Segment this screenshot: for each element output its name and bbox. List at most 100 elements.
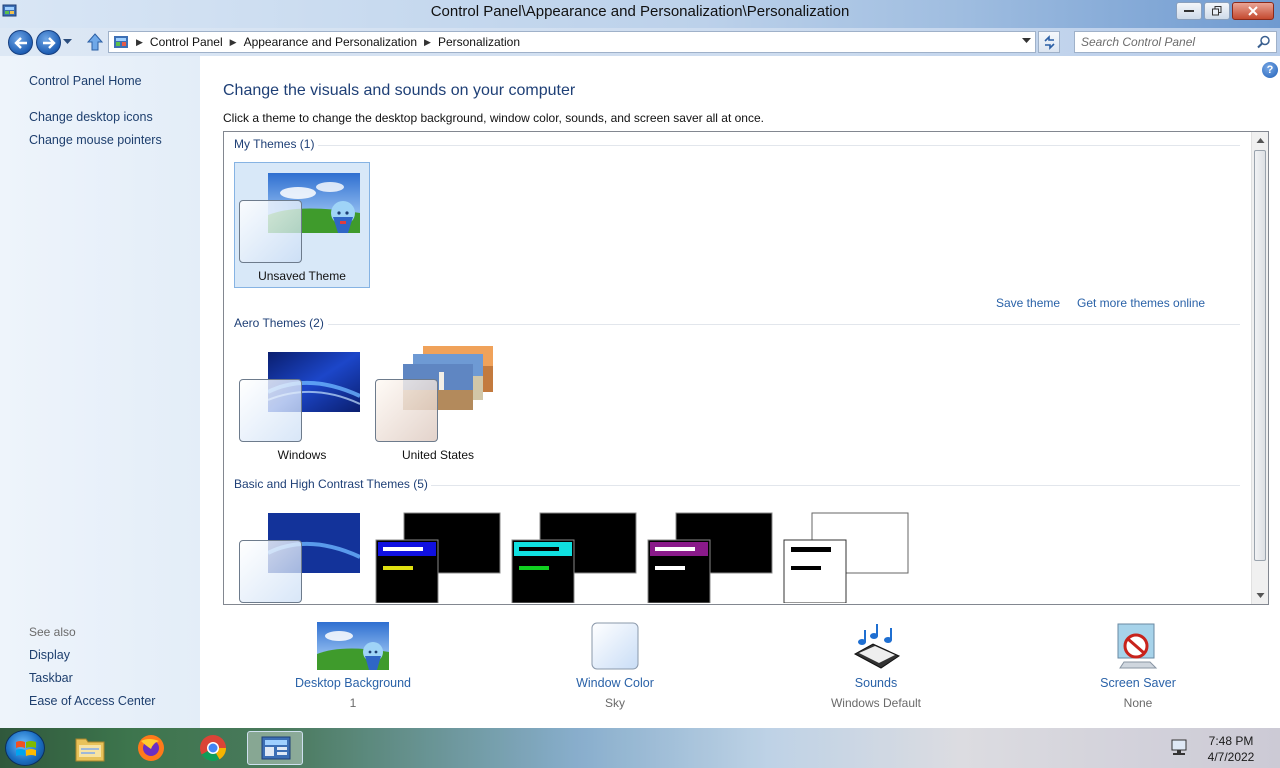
forward-arrow-icon bbox=[43, 37, 56, 49]
search-box[interactable] bbox=[1074, 31, 1277, 53]
theme-tile-united-states[interactable]: United States bbox=[370, 341, 506, 467]
aero-themes-group-label: Aero Themes (2) bbox=[234, 316, 324, 330]
window-color-value: Sky bbox=[604, 696, 625, 710]
firefox-icon bbox=[138, 735, 164, 761]
minimize-icon bbox=[1184, 10, 1194, 12]
control-panel-icon bbox=[114, 36, 128, 48]
taskbar-clock[interactable]: 7:48 PM 4/7/2022 bbox=[1196, 733, 1266, 765]
start-button[interactable] bbox=[5, 730, 45, 766]
change-mouse-pointers-link[interactable]: Change mouse pointers bbox=[29, 133, 162, 147]
back-arrow-icon bbox=[14, 37, 27, 49]
help-icon[interactable]: ? bbox=[1262, 62, 1278, 78]
high-contrast-preview bbox=[375, 512, 501, 603]
theme-tile-windows[interactable]: Windows bbox=[234, 341, 370, 467]
window-color-item[interactable]: Window Color Sky bbox=[535, 622, 695, 710]
refresh-button[interactable] bbox=[1038, 31, 1060, 53]
breadcrumb[interactable]: ▶ Control Panel ▶ Appearance and Persona… bbox=[108, 31, 1036, 53]
breadcrumb-appearance[interactable]: Appearance and Personalization bbox=[244, 35, 417, 49]
up-arrow-icon[interactable] bbox=[87, 33, 103, 51]
scroll-thumb[interactable] bbox=[1254, 150, 1266, 561]
page-title: Change the visuals and sounds on your co… bbox=[223, 82, 576, 99]
sounds-value: Windows Default bbox=[830, 696, 922, 710]
taskbar-link[interactable]: Taskbar bbox=[29, 671, 73, 685]
taskbar-firefox[interactable] bbox=[123, 731, 179, 765]
recent-pages-dropdown-icon[interactable] bbox=[63, 39, 72, 45]
theme-tile-unsaved[interactable]: Unsaved Theme bbox=[234, 162, 370, 288]
screen-saver-label[interactable]: Screen Saver bbox=[1058, 676, 1218, 690]
high-contrast-preview bbox=[511, 512, 637, 603]
desktop-background-icon bbox=[317, 622, 389, 670]
taskbar-chrome[interactable] bbox=[185, 731, 241, 765]
theme-window-color-preview bbox=[239, 200, 302, 263]
group-divider bbox=[318, 145, 1240, 146]
page-description: Click a theme to change the desktop back… bbox=[223, 111, 764, 125]
clock-date: 4/7/2022 bbox=[1207, 750, 1255, 764]
restore-button[interactable] bbox=[1204, 2, 1230, 20]
theme-tile-high-contrast-2[interactable] bbox=[506, 502, 642, 604]
minimize-button[interactable] bbox=[1176, 2, 1202, 20]
restore-icon bbox=[1212, 6, 1222, 16]
desktop-background-item[interactable]: Desktop Background 1 bbox=[273, 622, 433, 710]
control-panel-icon bbox=[261, 736, 291, 760]
theme-tile-high-contrast-1[interactable] bbox=[370, 502, 506, 604]
search-input[interactable] bbox=[1075, 32, 1250, 52]
main-content: ? Change the visuals and sounds on your … bbox=[200, 56, 1280, 728]
breadcrumb-personalization[interactable]: Personalization bbox=[438, 35, 520, 49]
group-divider bbox=[328, 324, 1240, 325]
title-bar: Control Panel\Appearance and Personaliza… bbox=[0, 0, 1280, 28]
screen-saver-icon bbox=[1117, 623, 1158, 669]
theme-name: Windows bbox=[277, 448, 327, 462]
taskbar-file-explorer[interactable] bbox=[62, 731, 118, 765]
theme-list-scrollbar[interactable] bbox=[1251, 132, 1268, 604]
address-bar: ▶ Control Panel ▶ Appearance and Persona… bbox=[0, 28, 1280, 56]
window-color-label[interactable]: Window Color bbox=[535, 676, 695, 690]
theme-tile-high-contrast-black[interactable] bbox=[642, 502, 778, 604]
chrome-icon bbox=[200, 735, 227, 762]
close-button[interactable] bbox=[1232, 2, 1274, 20]
taskbar: 7:48 PM 4/7/2022 bbox=[0, 728, 1280, 768]
high-contrast-preview bbox=[783, 512, 909, 603]
network-icon[interactable] bbox=[1169, 739, 1189, 757]
search-icon[interactable] bbox=[1257, 35, 1271, 49]
display-link[interactable]: Display bbox=[29, 648, 70, 662]
ease-of-access-center-link[interactable]: Ease of Access Center bbox=[29, 694, 155, 708]
address-history-dropdown-icon[interactable] bbox=[1022, 38, 1031, 44]
my-themes-group-label: My Themes (1) bbox=[234, 137, 315, 151]
basic-high-contrast-group-label: Basic and High Contrast Themes (5) bbox=[234, 477, 428, 491]
theme-tile-windows-basic[interactable] bbox=[234, 502, 370, 604]
scroll-down-arrow-icon[interactable] bbox=[1253, 587, 1268, 603]
theme-window-color-preview bbox=[375, 379, 438, 442]
sounds-item[interactable]: Sounds Windows Default bbox=[796, 622, 956, 710]
screen-saver-value: None bbox=[1123, 696, 1153, 710]
see-also-label: See also bbox=[29, 625, 76, 639]
breadcrumb-control-panel[interactable]: Control Panel bbox=[150, 35, 223, 49]
control-panel-home-link[interactable]: Control Panel Home bbox=[29, 74, 142, 88]
change-desktop-icons-link[interactable]: Change desktop icons bbox=[29, 110, 153, 124]
sounds-icon bbox=[853, 624, 901, 669]
theme-list[interactable]: My Themes (1) Unsaved Theme Save theme G… bbox=[223, 131, 1269, 605]
left-navigation-pane: Control Panel Home Change desktop icons … bbox=[0, 56, 200, 728]
clock-time: 7:48 PM bbox=[1208, 734, 1254, 748]
breadcrumb-separator-icon[interactable]: ▶ bbox=[230, 37, 237, 48]
get-more-themes-online-link[interactable]: Get more themes online bbox=[1077, 296, 1205, 310]
high-contrast-preview bbox=[647, 512, 773, 603]
group-divider bbox=[431, 485, 1240, 486]
desktop-background-label[interactable]: Desktop Background bbox=[273, 676, 433, 690]
theme-name: Unsaved Theme bbox=[258, 269, 346, 283]
breadcrumb-separator-icon[interactable]: ▶ bbox=[424, 37, 431, 48]
refresh-icon bbox=[1044, 35, 1055, 50]
forward-button[interactable] bbox=[36, 30, 61, 55]
desktop-background-value: 1 bbox=[349, 696, 357, 710]
taskbar-control-panel[interactable] bbox=[247, 731, 303, 765]
screen-saver-item[interactable]: Screen Saver None bbox=[1058, 622, 1218, 710]
back-button[interactable] bbox=[8, 30, 33, 55]
theme-tile-high-contrast-white[interactable] bbox=[778, 502, 914, 604]
sounds-label[interactable]: Sounds bbox=[796, 676, 956, 690]
save-theme-link[interactable]: Save theme bbox=[996, 296, 1060, 310]
scroll-up-arrow-icon[interactable] bbox=[1253, 133, 1268, 149]
start-orb-icon bbox=[16, 741, 36, 756]
theme-window-color-preview bbox=[239, 379, 302, 442]
theme-name: United States bbox=[401, 448, 475, 462]
window-color-icon bbox=[591, 622, 639, 670]
breadcrumb-separator-icon[interactable]: ▶ bbox=[136, 37, 143, 48]
